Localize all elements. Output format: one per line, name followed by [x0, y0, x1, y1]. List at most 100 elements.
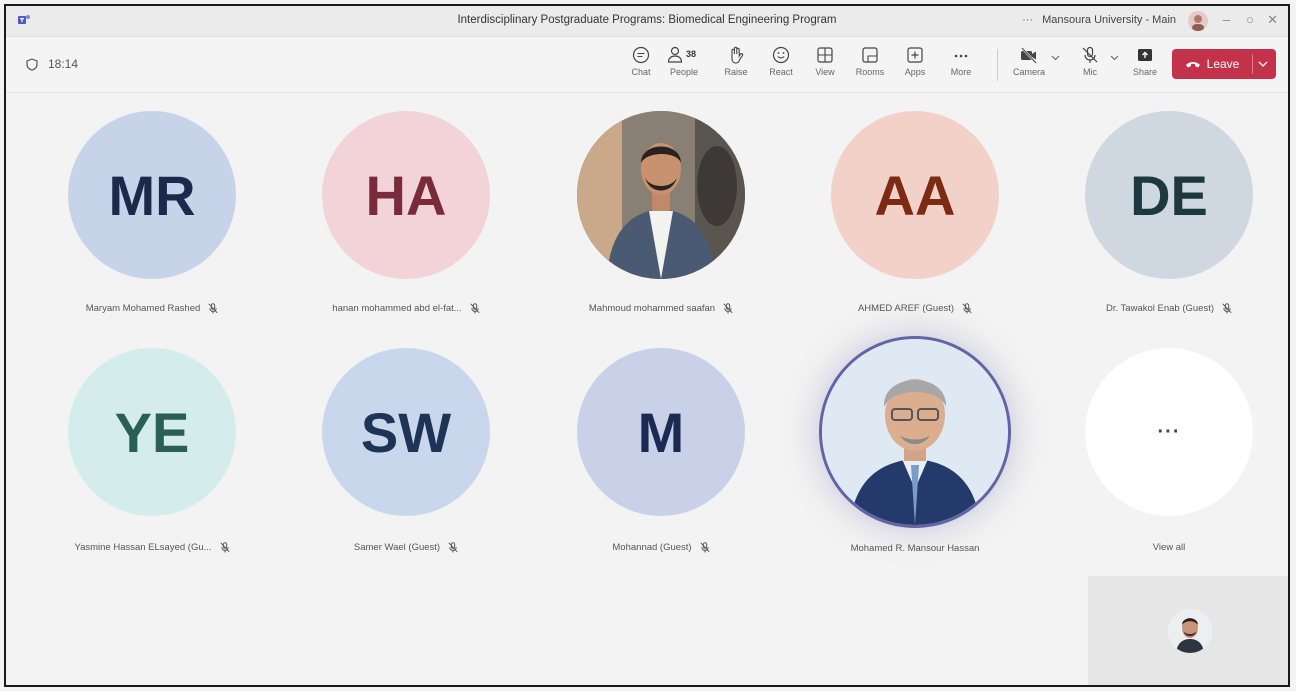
- participant-name: Yasmine Hassan ELsayed (Gu...: [32, 540, 272, 554]
- participant-tile[interactable]: YE Yasmine Hassan ELsayed (Gu...: [32, 348, 272, 554]
- leave-button[interactable]: Leave: [1172, 49, 1276, 79]
- react-label: React: [769, 67, 793, 77]
- more-dots-icon[interactable]: ···: [1022, 14, 1033, 26]
- mic-off-icon: [1082, 46, 1098, 63]
- mic-muted-icon: [962, 302, 972, 313]
- participant-photo-image: [822, 339, 1008, 525]
- mic-muted-icon: [700, 541, 710, 552]
- participant-tile-speaking[interactable]: Mohamed R. Mansour Hassan: [795, 339, 1035, 555]
- participant-photo: [577, 111, 745, 279]
- participant-name-text: hanan mohammed abd el-fat...: [332, 302, 462, 314]
- chat-button[interactable]: Chat: [623, 45, 659, 77]
- apps-button[interactable]: Apps: [897, 45, 933, 77]
- participant-name-text: AHMED AREF (Guest): [857, 302, 955, 314]
- camera-off-icon: [1021, 47, 1037, 64]
- people-label: People: [669, 67, 699, 77]
- participant-tile[interactable]: AA AHMED AREF (Guest): [795, 111, 1035, 315]
- rooms-icon: [862, 47, 878, 63]
- view-all-text: View all: [1152, 541, 1186, 553]
- participant-avatar: HA: [322, 111, 490, 279]
- restore-button[interactable]: ○: [1246, 12, 1254, 27]
- more-button[interactable]: More: [943, 45, 979, 77]
- share-label: Share: [1132, 67, 1158, 77]
- participant-avatar: YE: [68, 348, 236, 516]
- mic-muted-icon: [219, 541, 230, 552]
- participant-avatar: M: [577, 348, 745, 516]
- minimize-button[interactable]: –: [1223, 12, 1230, 27]
- participant-avatar: MR: [68, 111, 236, 279]
- participant-tile[interactable]: M Mohannad (Guest): [541, 348, 781, 554]
- leave-main[interactable]: Leave: [1172, 49, 1252, 79]
- meeting-timer: 18:14: [26, 57, 78, 71]
- apps-label: Apps: [904, 67, 926, 77]
- self-photo-image: [1168, 609, 1212, 653]
- leave-options-chevron-icon[interactable]: [1256, 57, 1270, 71]
- participant-name-text: Mohamed R. Mansour Hassan: [850, 542, 980, 554]
- participant-name-text: Mohannad (Guest): [612, 541, 692, 553]
- apps-icon: [907, 47, 923, 63]
- participant-photo-image: [577, 111, 745, 279]
- leave-label: Leave: [1206, 57, 1240, 71]
- timer-text: 18:14: [48, 57, 79, 71]
- grid-view-icon: [817, 47, 833, 63]
- mic-muted-icon: [208, 302, 218, 313]
- camera-label: Camera: [1012, 67, 1045, 77]
- chat-label: Chat: [631, 67, 651, 77]
- participant-avatar: DE: [1085, 111, 1253, 279]
- mic-muted-icon: [470, 302, 480, 313]
- participant-name: hanan mohammed abd el-fat...: [286, 301, 526, 315]
- more-icon: [954, 54, 968, 58]
- toolbar-divider: [997, 49, 998, 81]
- phone-hangup-icon: [1185, 62, 1200, 68]
- raise-hand-icon: [731, 46, 744, 64]
- mic-muted-icon: [448, 541, 458, 552]
- participant-name: Mohannad (Guest): [541, 540, 781, 554]
- share-button[interactable]: Share: [1127, 45, 1163, 77]
- participant-tile[interactable]: Mahmoud mohammed saafan: [541, 111, 781, 315]
- organization-switcher[interactable]: ··· Mansoura University - Main: [1022, 14, 1176, 26]
- camera-button[interactable]: Camera: [1011, 45, 1047, 77]
- title-bar: Interdisciplinary Postgraduate Programs:…: [6, 6, 1288, 37]
- self-avatar: [1168, 609, 1212, 653]
- participant-tile[interactable]: HA hanan mohammed abd el-fat...: [286, 111, 526, 315]
- view-all-button[interactable]: ···: [1085, 348, 1253, 516]
- view-button[interactable]: View: [807, 45, 843, 77]
- react-button[interactable]: React: [763, 45, 799, 77]
- participant-name-text: Samer Wael (Guest): [353, 541, 441, 553]
- view-all-label: View all: [1049, 540, 1288, 554]
- close-button[interactable]: ✕: [1267, 12, 1278, 28]
- mic-muted-icon: [1222, 302, 1232, 313]
- self-view-panel[interactable]: [1088, 576, 1288, 685]
- shield-icon: [26, 57, 38, 71]
- participant-avatar: SW: [322, 348, 490, 516]
- organization-name: Mansoura University - Main: [1042, 14, 1176, 26]
- participant-name: Maryam Mohamed Rashed: [32, 301, 272, 315]
- raise-hand-button[interactable]: Raise: [718, 45, 754, 77]
- camera-options-chevron-icon[interactable]: [1051, 55, 1060, 61]
- participant-name-text: Yasmine Hassan ELsayed (Gu...: [74, 541, 212, 553]
- meeting-toolbar: 18:14 Chat 38 People Raise React View Ro…: [6, 37, 1288, 93]
- mic-muted-icon: [723, 302, 733, 313]
- participant-tile[interactable]: MR Maryam Mohamed Rashed: [32, 111, 272, 315]
- people-count: 38: [686, 49, 697, 59]
- raise-label: Raise: [724, 67, 748, 77]
- participant-name: Mahmoud mohammed saafan: [541, 301, 781, 315]
- participant-avatar: AA: [831, 111, 999, 279]
- participant-name: AHMED AREF (Guest): [795, 301, 1035, 315]
- view-label: View: [815, 67, 835, 77]
- rooms-button[interactable]: Rooms: [852, 45, 888, 77]
- mic-label: Mic: [1083, 67, 1097, 77]
- mic-options-chevron-icon[interactable]: [1110, 55, 1119, 61]
- participant-name: Mohamed R. Mansour Hassan: [795, 541, 1035, 555]
- people-button[interactable]: 38 People: [664, 45, 704, 77]
- more-label: More: [950, 67, 972, 77]
- participant-tile[interactable]: SW Samer Wael (Guest): [286, 348, 526, 554]
- participant-photo: [822, 339, 1008, 525]
- view-all-tile[interactable]: ··· View all: [1049, 348, 1288, 554]
- participant-tile[interactable]: DE Dr. Tawakol Enab (Guest): [1049, 111, 1288, 315]
- participant-name-text: Mahmoud mohammed saafan: [588, 302, 716, 314]
- smile-icon: [772, 46, 790, 64]
- participant-name-text: Dr. Tawakol Enab (Guest): [1105, 302, 1215, 314]
- mic-button[interactable]: Mic: [1072, 45, 1108, 77]
- account-avatar[interactable]: [1188, 11, 1208, 31]
